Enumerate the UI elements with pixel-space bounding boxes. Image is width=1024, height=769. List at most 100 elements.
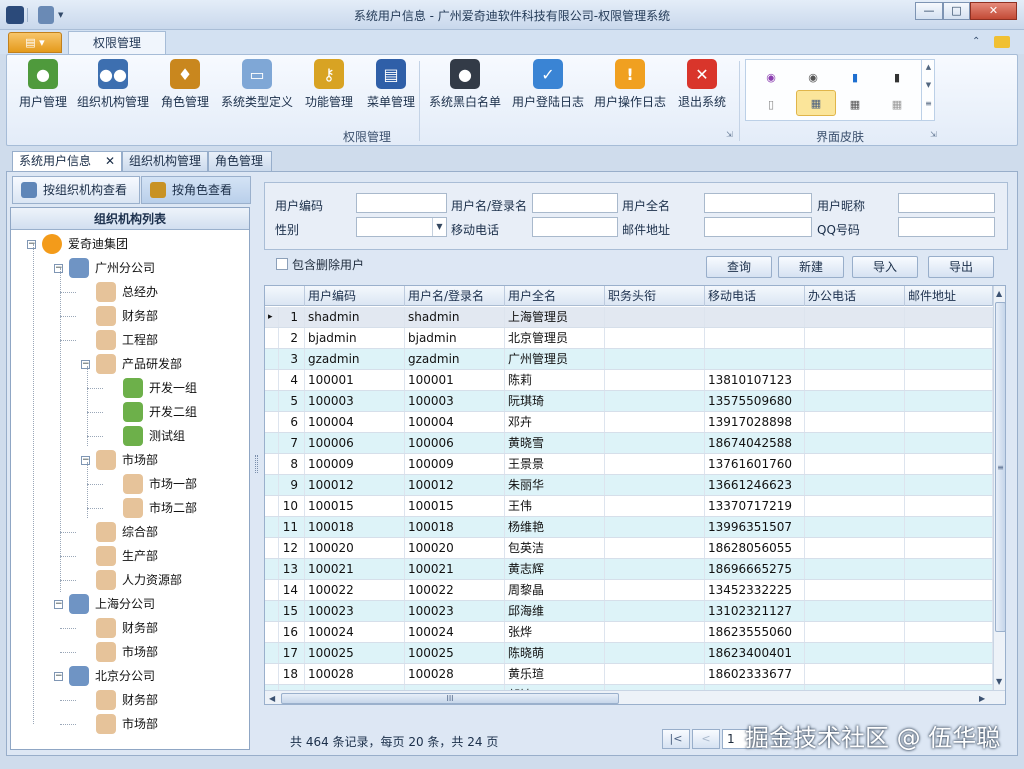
column-header[interactable]: 用户名/登录名	[405, 286, 505, 306]
table-cell[interactable]: 黄志辉	[505, 559, 605, 579]
table-cell[interactable]: 北京管理员	[505, 328, 605, 348]
table-cell[interactable]	[805, 475, 905, 495]
table-cell[interactable]: 100009	[305, 454, 405, 474]
vertical-scrollbar[interactable]: ▲ ≡ ▼	[993, 286, 1005, 690]
table-cell[interactable]: 13996351507	[705, 517, 805, 537]
table-cell[interactable]: 100009	[405, 454, 505, 474]
table-cell[interactable]: gzadmin	[405, 349, 505, 369]
table-cell[interactable]: 陈莉	[505, 370, 605, 390]
tree-node-label[interactable]: 测试组	[149, 425, 185, 447]
table-cell[interactable]: shadmin	[405, 307, 505, 327]
group-launcher-icon[interactable]: ⇲	[726, 130, 733, 139]
tree-collapse-icon[interactable]: −	[54, 600, 63, 609]
table-cell[interactable]	[905, 643, 993, 663]
crown-icon[interactable]	[994, 36, 1010, 48]
maximize-button[interactable]: □	[943, 2, 970, 20]
table-cell[interactable]	[605, 580, 705, 600]
table-cell[interactable]	[905, 664, 993, 684]
tree-node-label[interactable]: 市场一部	[149, 473, 197, 495]
tree-node-label[interactable]: 广州分公司	[95, 257, 155, 279]
tree-node-label[interactable]: 综合部	[122, 521, 158, 543]
gallery-down-icon[interactable]: ▼	[922, 81, 935, 89]
tab-close-icon[interactable]: ✕	[105, 152, 115, 171]
table-cell[interactable]	[905, 622, 993, 642]
tab-system-users[interactable]: 系统用户信息 ✕	[12, 151, 122, 173]
tree-node-label[interactable]: 总经办	[122, 281, 158, 303]
tree-node-label[interactable]: 市场部	[122, 449, 158, 471]
table-cell[interactable]	[605, 601, 705, 621]
scroll-right-icon[interactable]: ▶	[979, 694, 985, 703]
table-cell[interactable]: 18628056055	[705, 538, 805, 558]
login-log-button[interactable]: ✓ 用户登陆日志	[509, 59, 587, 110]
table-cell[interactable]	[605, 391, 705, 411]
table-cell[interactable]: 陈晓萌	[505, 643, 605, 663]
table-cell[interactable]: 黄晓雪	[505, 433, 605, 453]
table-cell[interactable]: 13761601760	[705, 454, 805, 474]
table-cell[interactable]: 100021	[405, 559, 505, 579]
table-row[interactable]: 8 100009 100009 王景景 13761601760	[265, 454, 993, 475]
by-role-view-button[interactable]: 按角色查看	[141, 176, 251, 204]
table-cell[interactable]: 18696665275	[705, 559, 805, 579]
table-cell[interactable]: 100001	[305, 370, 405, 390]
skin-vs2012-icon[interactable]: ◉	[802, 67, 824, 87]
tree-node-label[interactable]: 开发一组	[149, 377, 197, 399]
table-cell[interactable]: 13575509680	[705, 391, 805, 411]
table-cell[interactable]: 100022	[405, 580, 505, 600]
table-cell[interactable]	[805, 559, 905, 579]
chevron-down-icon[interactable]: ▼	[432, 218, 446, 236]
table-cell[interactable]: 100020	[405, 538, 505, 558]
tree-node-label[interactable]: 市场部	[122, 713, 158, 735]
table-row[interactable]: 6 100004 100004 邓卉 13917028898	[265, 412, 993, 433]
gender-select[interactable]: ▼	[356, 217, 447, 237]
table-cell[interactable]	[605, 433, 705, 453]
table-cell[interactable]: shadmin	[305, 307, 405, 327]
table-cell[interactable]	[605, 559, 705, 579]
horizontal-scroll-thumb[interactable]: III	[281, 693, 619, 704]
table-cell[interactable]: 邓卉	[505, 412, 605, 432]
menu-management-button[interactable]: ▤ 菜单管理	[359, 59, 423, 110]
table-cell[interactable]: 100012	[305, 475, 405, 495]
table-cell[interactable]: 18602333677	[705, 664, 805, 684]
table-cell[interactable]	[905, 517, 993, 537]
tree-node-label[interactable]: 爱奇迪集团	[68, 233, 128, 255]
column-header[interactable]: 用户编码	[305, 286, 405, 306]
table-row[interactable]: 7 100006 100006 黄晓雪 18674042588	[265, 433, 993, 454]
tree-node-label[interactable]: 工程部	[122, 329, 158, 351]
table-cell[interactable]: 13370717219	[705, 496, 805, 516]
minimize-button[interactable]: —	[915, 2, 943, 20]
table-cell[interactable]	[905, 538, 993, 558]
qq-input[interactable]	[898, 217, 995, 237]
table-cell[interactable]: 100018	[405, 517, 505, 537]
nickname-input[interactable]	[898, 193, 995, 213]
column-header[interactable]: 用户全名	[505, 286, 605, 306]
table-cell[interactable]: 杨维艳	[505, 517, 605, 537]
table-row[interactable]: 12 100020 100020 包英洁 18628056055	[265, 538, 993, 559]
table-cell[interactable]: 包英洁	[505, 538, 605, 558]
table-cell[interactable]	[805, 643, 905, 663]
table-cell[interactable]: 100018	[305, 517, 405, 537]
scroll-up-icon[interactable]: ▲	[996, 289, 1002, 298]
table-cell[interactable]: 13810107123	[705, 370, 805, 390]
table-cell[interactable]	[805, 580, 905, 600]
table-cell[interactable]	[905, 601, 993, 621]
table-cell[interactable]	[605, 349, 705, 369]
table-cell[interactable]: 朱丽华	[505, 475, 605, 495]
table-cell[interactable]	[905, 433, 993, 453]
table-cell[interactable]: 18623555060	[705, 622, 805, 642]
table-cell[interactable]: 100001	[405, 370, 505, 390]
table-row[interactable]: 4 100001 100001 陈莉 13810107123	[265, 370, 993, 391]
skin-gray-icon[interactable]: ▦	[886, 94, 908, 114]
table-cell[interactable]	[605, 370, 705, 390]
table-cell[interactable]	[605, 517, 705, 537]
skin-blue-icon[interactable]: ▦	[796, 90, 836, 116]
column-header[interactable]: 职务头衔	[605, 286, 705, 306]
table-cell[interactable]	[805, 664, 905, 684]
table-cell[interactable]: 邱海维	[505, 601, 605, 621]
table-cell[interactable]	[605, 622, 705, 642]
system-type-button[interactable]: ▭ 系统类型定义	[217, 59, 297, 110]
panel-splitter[interactable]	[255, 455, 258, 473]
table-cell[interactable]	[805, 538, 905, 558]
import-button[interactable]: 导入	[852, 256, 918, 278]
export-button[interactable]: 导出	[928, 256, 994, 278]
gallery-up-icon[interactable]: ▲	[922, 63, 935, 71]
